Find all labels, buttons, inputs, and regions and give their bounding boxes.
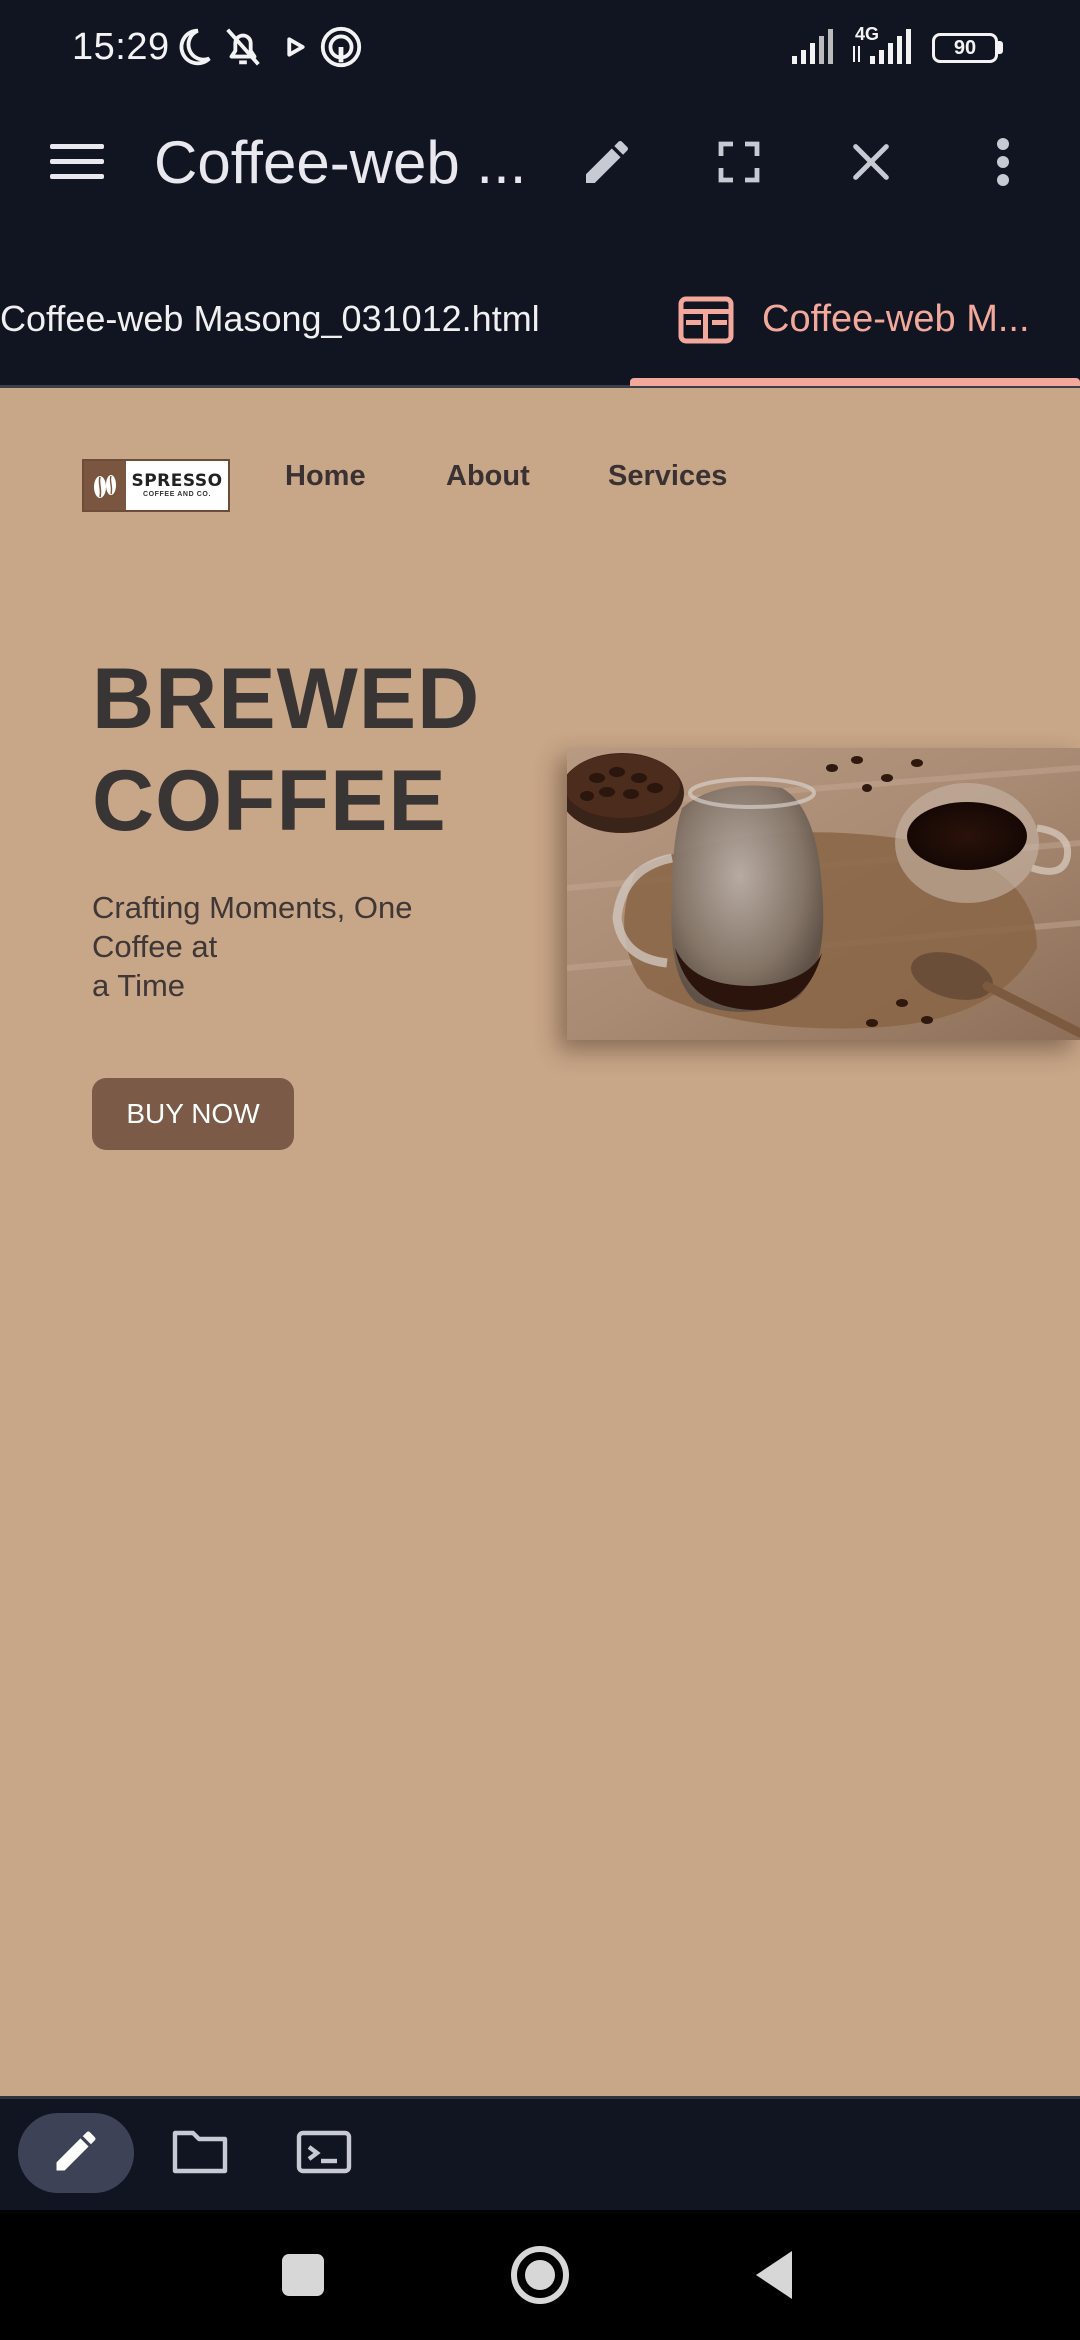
- more-vert-icon: [996, 137, 1010, 192]
- battery-tip: [998, 41, 1003, 54]
- back-icon[interactable]: [752, 2249, 796, 2306]
- hero-subtitle-line-2: Coffee at: [92, 929, 218, 964]
- more-button[interactable]: [963, 124, 1043, 204]
- site-logo[interactable]: SPRESSO COFFEE AND CO.: [82, 459, 230, 512]
- nav-services[interactable]: Services: [608, 460, 727, 493]
- logo-name: SPRESSO: [131, 471, 223, 491]
- hero-coffee-image: [567, 748, 1080, 1040]
- menu-icon: [50, 142, 104, 187]
- hero-subtitle: Crafting Moments, One Coffee at a Time: [92, 888, 452, 1005]
- home-icon[interactable]: [511, 2246, 569, 2304]
- battery-level: 90: [953, 36, 977, 59]
- close-button[interactable]: [831, 124, 911, 204]
- edit-button[interactable]: [567, 124, 647, 204]
- tab-source-label: Coffee-web Masong_031012.html: [0, 298, 540, 339]
- signal-4g-icon: [850, 26, 918, 71]
- status-time: 15:29: [72, 26, 170, 68]
- battery-icon: 90: [932, 33, 998, 63]
- preview-icon: [678, 296, 734, 349]
- recents-icon[interactable]: [282, 2254, 324, 2296]
- moon-icon: [170, 24, 216, 70]
- terminal-icon: [295, 2127, 353, 2180]
- hero-title: BREWED COFFEE: [92, 648, 480, 852]
- pencil-icon: [579, 134, 635, 195]
- buy-now-button[interactable]: BUY NOW: [92, 1078, 294, 1150]
- close-icon: [848, 139, 894, 190]
- terminal-button[interactable]: [284, 2113, 364, 2193]
- tab-preview-label: Coffee-web M...: [762, 298, 1030, 340]
- nav-about[interactable]: About: [446, 460, 530, 493]
- edit-icon: [50, 2125, 102, 2182]
- hero-title-line-1: BREWED: [92, 651, 481, 747]
- play-icon: [272, 24, 318, 70]
- editor-tab-button[interactable]: [18, 2113, 134, 2193]
- active-tab-indicator: [630, 378, 1080, 386]
- hotspot-icon: [318, 24, 364, 70]
- hero-title-line-2: COFFEE: [92, 753, 447, 849]
- signal-icon: [790, 26, 838, 71]
- coffee-bean-icon: [84, 461, 126, 510]
- bell-off-icon: [220, 24, 266, 70]
- app-title: Coffee-web ...: [154, 129, 527, 196]
- fullscreen-button[interactable]: [699, 124, 779, 204]
- hero-subtitle-line-1: Crafting Moments, One: [92, 890, 413, 925]
- fullscreen-icon: [715, 138, 763, 191]
- webview: [0, 388, 1080, 2096]
- logo-tagline: COFFEE AND CO.: [142, 491, 212, 498]
- files-button[interactable]: [160, 2113, 240, 2193]
- menu-button[interactable]: [37, 124, 117, 204]
- folder-icon: [171, 2127, 229, 2180]
- nav-home[interactable]: Home: [285, 460, 366, 493]
- hero-subtitle-line-3: a Time: [92, 968, 186, 1003]
